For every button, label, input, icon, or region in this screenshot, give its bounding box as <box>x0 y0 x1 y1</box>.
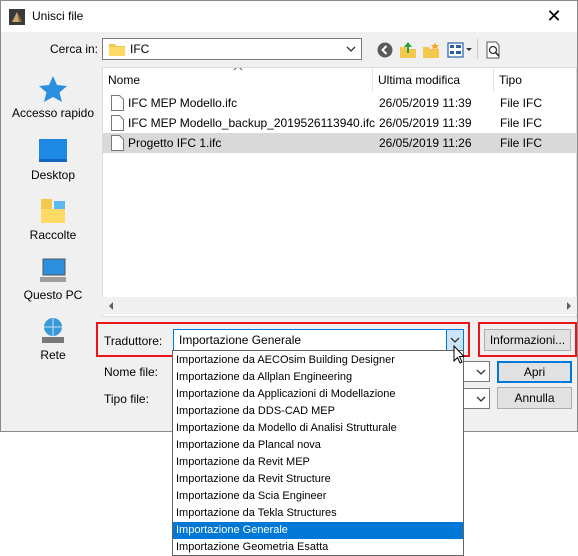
place-label: Questo PC <box>23 288 83 302</box>
place-label: Raccolte <box>29 228 77 242</box>
look-in-combo[interactable]: IFC <box>102 38 362 60</box>
file-icon <box>111 135 124 151</box>
cancel-button[interactable]: Annulla <box>497 387 572 409</box>
dropdown-option[interactable]: Importazione da Tekla Structures <box>173 505 463 522</box>
dropdown-option[interactable]: Importazione da Plancal nova <box>173 437 463 454</box>
column-header-name[interactable]: Nome <box>103 68 373 92</box>
mouse-cursor-icon <box>453 345 465 364</box>
file-type: File IFC <box>500 96 542 110</box>
file-modified: 26/05/2019 11:26 <box>379 136 472 150</box>
place-label: Desktop <box>30 168 76 182</box>
open-button[interactable]: Apri <box>497 361 572 383</box>
title-bar[interactable]: Unisci file ✕ <box>1 1 577 32</box>
dropdown-option[interactable]: Importazione Geometria Esatta <box>173 539 463 556</box>
dropdown-option[interactable]: Importazione da AECOsim Building Designe… <box>173 352 463 369</box>
filetype-label: Tipo file: <box>104 392 149 406</box>
place-desktop[interactable]: Desktop <box>9 137 97 182</box>
translator-dropdown-list[interactable]: Importazione da AECOsim Building Designe… <box>172 350 464 556</box>
file-name: IFC MEP Modello_backup_2019526113940.ifc <box>128 116 376 130</box>
network-icon <box>42 318 64 343</box>
desktop-icon <box>39 139 67 162</box>
dropdown-option[interactable]: Importazione da Allplan Engineering <box>173 369 463 386</box>
dropdown-option[interactable]: Importazione da Scia Engineer <box>173 488 463 505</box>
translator-value: Importazione Generale <box>179 333 302 347</box>
dropdown-option[interactable]: Importazione da DDS-CAD MEP <box>173 403 463 420</box>
close-button[interactable]: ✕ <box>531 1 577 32</box>
filetype-dropdown-toggle[interactable] <box>472 389 489 408</box>
filename-label: Nome file: <box>104 365 159 379</box>
back-icon[interactable] <box>376 41 394 59</box>
file-list[interactable]: Nome Ultima modifica Tipo IFC MEP Modell… <box>102 67 577 317</box>
file-row[interactable]: IFC MEP Modello_backup_2019526113940.ifc… <box>103 113 576 133</box>
file-modified: 26/05/2019 11:39 <box>379 96 472 110</box>
libraries-icon <box>41 199 65 223</box>
star-icon <box>39 76 67 102</box>
dropdown-option[interactable]: Importazione da Applicazioni di Modellaz… <box>173 386 463 403</box>
chevron-down-icon <box>476 396 485 402</box>
file-row[interactable]: IFC MEP Modello.ifc 26/05/2019 11:39 Fil… <box>103 93 576 113</box>
file-row[interactable]: Progetto IFC 1.ifc 26/05/2019 11:26 File… <box>103 133 576 153</box>
dropdown-option-selected[interactable]: Importazione Generale <box>173 522 463 539</box>
column-header-modified[interactable]: Ultima modifica <box>373 68 494 92</box>
file-modified: 26/05/2019 11:39 <box>379 116 472 130</box>
filename-dropdown-toggle[interactable] <box>472 362 489 381</box>
dropdown-option[interactable]: Importazione da Revit Structure <box>173 471 463 488</box>
app-icon <box>9 9 25 25</box>
window-title: Unisci file <box>32 9 84 23</box>
toolbar-separator <box>477 39 478 59</box>
chevron-down-icon <box>476 369 485 375</box>
close-icon: ✕ <box>546 6 562 26</box>
look-in-label: Cerca in: <box>50 42 99 56</box>
info-button[interactable]: Informazioni... <box>484 329 571 351</box>
file-icon <box>111 115 124 131</box>
scroll-right-icon[interactable] <box>560 297 577 314</box>
computer-icon <box>40 258 66 282</box>
chevron-down-icon <box>450 337 460 343</box>
preview-icon[interactable] <box>485 41 503 59</box>
up-folder-icon[interactable] <box>399 41 417 59</box>
place-label: Accesso rapido <box>11 106 95 120</box>
place-label: Rete <box>40 348 66 362</box>
place-libraries[interactable]: Raccolte <box>9 197 97 242</box>
column-header-type[interactable]: Tipo <box>494 68 576 92</box>
translator-combo[interactable]: Importazione Generale <box>173 329 464 351</box>
dropdown-option[interactable]: Importazione da Revit MEP <box>173 454 463 471</box>
place-network[interactable]: Rete <box>9 317 97 362</box>
place-this-pc[interactable]: Questo PC <box>9 257 97 302</box>
look-in-value: IFC <box>130 42 150 56</box>
place-quick-access[interactable]: Accesso rapido <box>9 75 97 120</box>
file-name: IFC MEP Modello.ifc <box>128 96 238 110</box>
file-type: File IFC <box>500 136 542 150</box>
scroll-left-icon[interactable] <box>102 297 119 314</box>
chevron-down-icon <box>346 46 356 52</box>
new-folder-icon[interactable] <box>422 41 440 59</box>
horizontal-scrollbar[interactable] <box>102 297 577 314</box>
view-menu-icon[interactable] <box>447 41 473 59</box>
places-bar: Accesso rapido Desktop Raccolte Questo P… <box>9 67 97 379</box>
dropdown-option[interactable]: Importazione da Modello di Analisi Strut… <box>173 420 463 437</box>
translator-label: Traduttore: <box>104 334 163 348</box>
file-name: Progetto IFC 1.ifc <box>128 136 222 150</box>
folder-icon <box>109 44 125 56</box>
sort-up-icon <box>233 68 243 71</box>
file-icon <box>111 95 124 111</box>
file-type: File IFC <box>500 116 542 130</box>
